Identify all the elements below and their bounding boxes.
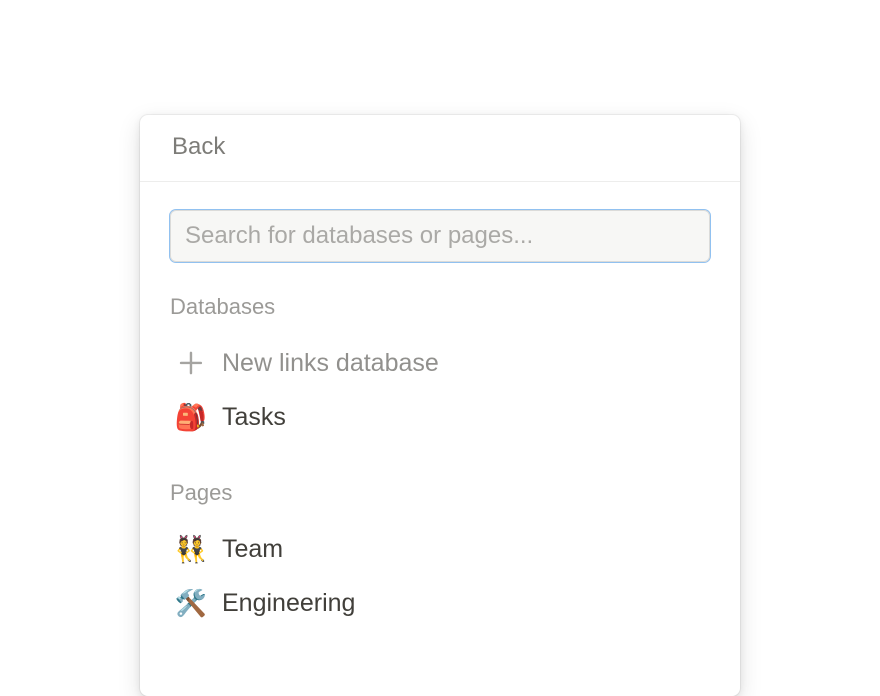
backpack-icon: 🎒 <box>174 400 208 434</box>
popup-content: Databases New links database 🎒 Tasks Pag… <box>140 182 740 696</box>
pages-list: 👯 Team 🛠️ Engineering <box>170 522 710 630</box>
search-input[interactable] <box>170 210 710 262</box>
item-label: New links database <box>222 349 439 378</box>
database-picker-popup: Back Databases New links database 🎒 T <box>140 115 740 696</box>
item-label: Team <box>222 535 283 564</box>
page-item-engineering[interactable]: 🛠️ Engineering <box>170 576 710 630</box>
pages-section-label: Pages <box>170 480 710 506</box>
item-label: Engineering <box>222 589 355 618</box>
back-button[interactable]: Back <box>172 133 708 161</box>
databases-list: New links database 🎒 Tasks <box>170 336 710 444</box>
people-icon: 👯 <box>174 532 208 566</box>
page-item-team[interactable]: 👯 Team <box>170 522 710 576</box>
plus-icon <box>174 346 208 380</box>
databases-section-label: Databases <box>170 294 710 320</box>
item-label: Tasks <box>222 403 286 432</box>
popup-header: Back <box>140 115 740 182</box>
new-links-database-item[interactable]: New links database <box>170 336 710 390</box>
tools-icon: 🛠️ <box>174 586 208 620</box>
search-wrapper <box>170 210 710 262</box>
database-item-tasks[interactable]: 🎒 Tasks <box>170 390 710 444</box>
